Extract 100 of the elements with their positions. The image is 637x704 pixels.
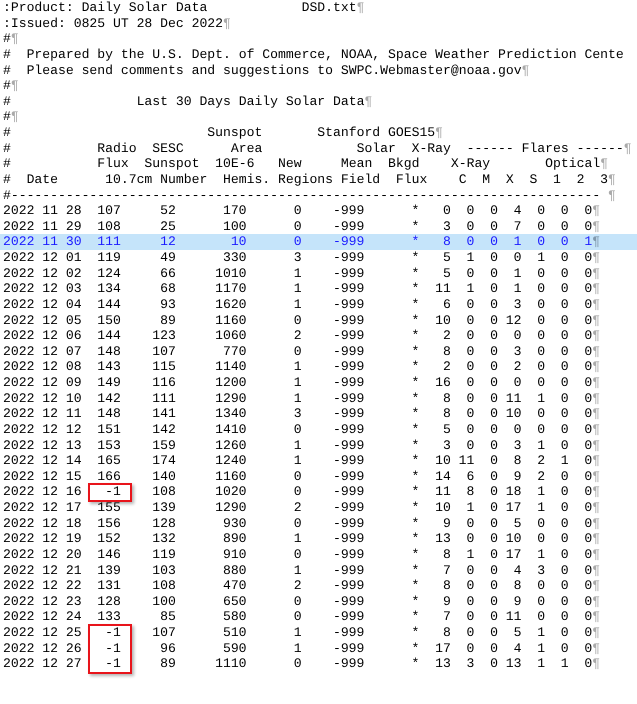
- table-cell: *: [412, 296, 420, 312]
- table-cell: 111: [152, 390, 176, 406]
- table-cell: 66: [160, 266, 176, 281]
- table-cell: 0: [490, 218, 498, 234]
- table-cell: -999: [332, 203, 364, 218]
- table-cell: 0: [490, 438, 498, 452]
- table-cell: 3: [442, 218, 451, 234]
- table-cell: 2: [442, 359, 451, 374]
- paragraph-mark: ¶: [592, 562, 600, 578]
- table-cell: 5: [514, 516, 522, 531]
- table-cell: 0: [466, 562, 474, 578]
- table-cell: 0: [584, 406, 592, 422]
- table-cell: 0: [490, 328, 498, 344]
- table-cell: 146: [97, 546, 121, 562]
- table-cell: 0: [490, 266, 498, 281]
- table-cell: 2022 12 26: [3, 640, 82, 656]
- table-cell: 0: [560, 422, 569, 437]
- table-cell: 0: [584, 281, 592, 296]
- table-cell: 650: [222, 594, 247, 609]
- table-cell: 0: [514, 250, 522, 265]
- table-cell: 0: [584, 468, 592, 484]
- table-cell: 115: [152, 359, 176, 374]
- table-cell: 107: [152, 344, 176, 359]
- table-cell: 25: [160, 218, 176, 234]
- table-cell: 1110: [215, 656, 247, 672]
- table-cell: 0: [537, 422, 546, 437]
- table-cell: *: [412, 422, 420, 437]
- paragraph-mark: ¶: [624, 140, 632, 156]
- table-cell: -999: [332, 516, 364, 531]
- table-cell: 0: [490, 468, 498, 484]
- table-cell: 0: [560, 312, 569, 328]
- table-cell: 0: [560, 234, 569, 250]
- table-cell: 0: [584, 296, 592, 312]
- table-cell: 11: [435, 281, 451, 296]
- table-cell: 0: [537, 609, 546, 624]
- table-cell: 8: [514, 453, 522, 468]
- table-cell: 140: [152, 468, 176, 484]
- table-cell: -999: [332, 250, 364, 265]
- table-cell: 0: [537, 218, 546, 234]
- table-cell: 0: [584, 609, 592, 624]
- text-line: # Radio SESC Area Solar X-Ray ------ Flares ------: [3, 140, 624, 156]
- table-cell: 0: [442, 203, 451, 218]
- table-cell: 2022 12 12: [3, 422, 82, 437]
- table-cell: 0: [560, 375, 569, 390]
- paragraph-mark: ¶: [364, 94, 372, 110]
- table-cell: 0: [560, 344, 569, 359]
- table-cell: 0: [584, 438, 592, 452]
- table-cell: 0: [560, 500, 569, 515]
- table-cell: 0: [490, 484, 498, 500]
- table-cell: 0: [560, 484, 569, 500]
- table-cell: 0: [560, 625, 569, 640]
- table-cell: 131: [97, 578, 121, 594]
- table-cell: 0: [490, 656, 498, 672]
- table-cell: -999: [332, 468, 364, 484]
- table-cell: -999: [332, 562, 364, 578]
- table-cell: *: [412, 328, 420, 344]
- table-cell: 2022 12 11: [3, 406, 82, 422]
- table-cell: 1: [560, 656, 569, 672]
- table-cell: 0: [584, 266, 592, 281]
- table-cell: 12: [160, 234, 176, 250]
- table-cell: 108: [152, 578, 176, 594]
- table-cell: 0: [584, 218, 592, 234]
- table-cell: 1: [560, 453, 569, 468]
- table-cell: 1: [466, 500, 474, 515]
- table-cell: *: [412, 406, 420, 422]
- table-cell: 0: [490, 500, 498, 515]
- table-cell: 2022 11 28: [3, 203, 82, 218]
- table-cell: 10: [435, 453, 451, 468]
- table-cell: 89: [160, 656, 176, 672]
- table-cell: 156: [97, 516, 121, 531]
- table-cell: 10: [435, 500, 451, 515]
- table-cell: 1: [537, 250, 546, 265]
- text-line: :Issued: 0825 UT 28 Dec 2022: [3, 16, 224, 32]
- table-cell: 0: [466, 531, 474, 546]
- table-cell: 0: [466, 359, 474, 374]
- table-cell: 0: [584, 578, 592, 594]
- text-line: # Flux Sunspot 10E-6 New Mean Bkgd X-Ray Optical: [3, 156, 600, 172]
- table-cell: 2022 12 03: [3, 281, 82, 296]
- table-cell: 134: [97, 281, 121, 296]
- table-cell: 2022 12 04: [3, 296, 82, 312]
- table-cell: 0: [490, 578, 498, 594]
- table-cell: 9: [514, 468, 522, 484]
- table-cell: -999: [332, 328, 364, 344]
- table-cell: 2022 12 05: [3, 312, 82, 328]
- table-cell: -1: [105, 640, 121, 656]
- table-cell: 0: [560, 266, 569, 281]
- table-cell: *: [412, 484, 420, 500]
- table-cell: 0: [294, 344, 302, 359]
- paragraph-mark: ¶: [10, 109, 19, 125]
- table-cell: 0: [490, 281, 498, 296]
- table-cell: 0: [560, 531, 569, 546]
- table-cell: 0: [537, 266, 546, 281]
- table-cell: 0: [294, 484, 302, 500]
- table-cell: 0: [490, 562, 498, 578]
- table-cell: -999: [332, 406, 364, 422]
- table-cell: -1: [105, 656, 121, 672]
- table-cell: 0: [537, 328, 546, 344]
- table-cell: 124: [97, 266, 121, 281]
- table-cell: 17: [506, 500, 522, 515]
- table-cell: 3: [294, 406, 302, 422]
